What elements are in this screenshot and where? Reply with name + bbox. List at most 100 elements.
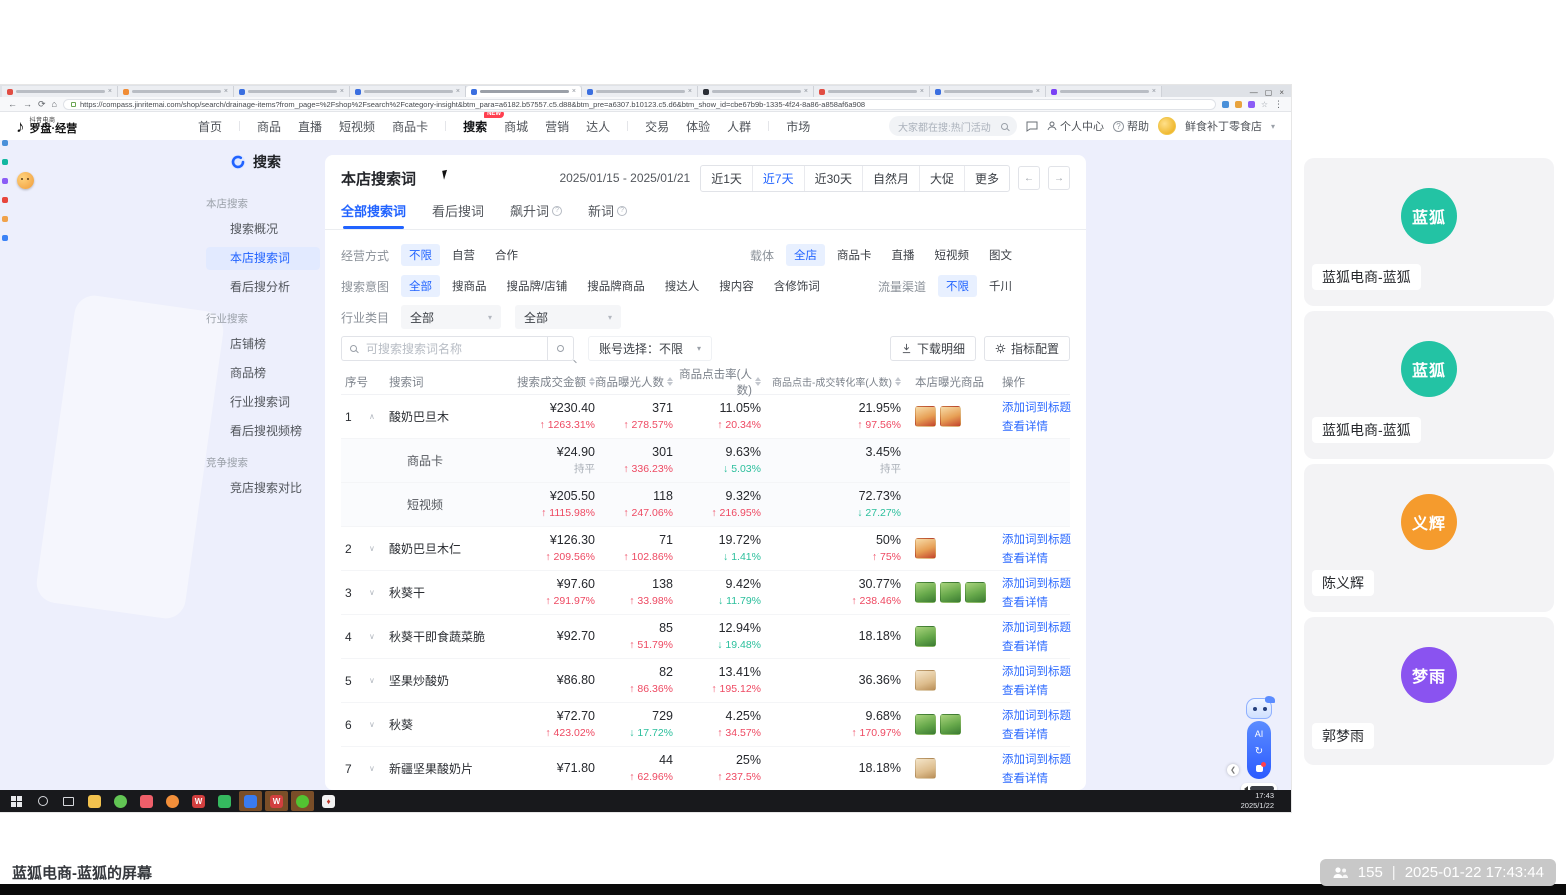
nav-item-2[interactable]: 商品	[257, 118, 281, 135]
browser-tab[interactable]: ×	[582, 86, 698, 97]
task-view-taskbar-icon[interactable]	[57, 791, 80, 811]
action-link-1[interactable]: 添加词到标题	[1002, 663, 1071, 679]
participant-tile-4[interactable]: 梦雨 郭梦雨	[1304, 617, 1554, 765]
tab-close-icon[interactable]: ×	[804, 88, 808, 95]
back-icon[interactable]: ←	[8, 99, 17, 109]
collapse-arrow-icon[interactable]: ❮	[1227, 764, 1239, 776]
start-taskbar-icon[interactable]	[5, 791, 28, 811]
tab-close-icon[interactable]: ×	[1152, 88, 1156, 95]
expand-caret-icon[interactable]: ∨	[369, 720, 375, 729]
expand-caret-icon[interactable]: ∨	[369, 544, 375, 553]
sidebar-item-2-1[interactable]: 店铺榜	[206, 333, 320, 356]
action-link-2[interactable]: 查看详情	[1002, 594, 1071, 610]
action-link-1[interactable]: 添加词到标题	[1002, 707, 1071, 723]
extension-icon[interactable]	[1247, 100, 1255, 108]
360-browser-taskbar-icon[interactable]	[109, 791, 132, 811]
store-avatar[interactable]	[1157, 117, 1176, 135]
product-thumbnail[interactable]	[915, 538, 936, 559]
action-link-1[interactable]: 添加词到标题	[1002, 575, 1071, 591]
filter-chip[interactable]: 直播	[884, 244, 923, 266]
action-link-2[interactable]: 查看详情	[1002, 550, 1071, 566]
nav-item-3[interactable]: 直播	[298, 118, 322, 135]
nav-item-12[interactable]: 人群	[727, 118, 751, 135]
address-bar[interactable]: https://compass.jinritemai.com/shop/sear…	[62, 98, 1216, 110]
nav-item-7[interactable]: 商城	[504, 118, 528, 135]
side-panel-icon[interactable]	[1, 235, 8, 241]
filter-chip[interactable]: 搜达人	[657, 275, 708, 297]
date-button-6[interactable]: 更多	[965, 166, 1009, 191]
browser-tab[interactable]: ×	[2, 86, 118, 97]
reload-icon[interactable]: ⟳	[38, 99, 46, 110]
tab-close-icon[interactable]: ×	[340, 88, 344, 95]
date-button-2[interactable]: 近7天	[753, 165, 805, 191]
misc-app-taskbar-icon[interactable]: ♦	[317, 791, 340, 811]
nav-item-5[interactable]: 商品卡	[392, 118, 428, 135]
close-icon[interactable]: ×	[1279, 88, 1284, 97]
expand-caret-icon[interactable]: ∨	[369, 764, 375, 773]
home-icon[interactable]: ⌂	[52, 99, 57, 109]
filter-chip[interactable]: 自营	[444, 244, 483, 266]
action-link-1[interactable]: 添加词到标题	[1002, 619, 1071, 635]
product-thumbnail[interactable]	[915, 714, 936, 735]
action-link-2[interactable]: 查看详情	[1002, 418, 1071, 434]
filter-chip[interactable]: 搜品牌/店铺	[499, 275, 576, 297]
expand-caret-icon[interactable]: ∨	[369, 632, 375, 641]
nav-item-9[interactable]: 达人	[586, 118, 610, 135]
sidebar-item-1-2[interactable]: 本店搜索词	[206, 247, 320, 270]
browser-tab[interactable]: ×	[350, 86, 466, 97]
product-thumbnail[interactable]	[940, 714, 961, 735]
filter-chip[interactable]: 全部	[401, 275, 440, 297]
action-link-1[interactable]: 添加词到标题	[1002, 399, 1071, 415]
filter-chip[interactable]: 千川	[981, 275, 1020, 297]
wps-2-taskbar-icon[interactable]: W	[265, 791, 288, 811]
pink-app-taskbar-icon[interactable]	[135, 791, 158, 811]
action-link-1[interactable]: 添加词到标题	[1002, 751, 1071, 767]
tab-close-icon[interactable]: ×	[572, 88, 576, 95]
tab-2[interactable]: 看后搜词	[432, 201, 484, 229]
search-taskbar-icon[interactable]	[31, 791, 54, 811]
bookmark-star-icon[interactable]: ☆	[1261, 100, 1268, 109]
taskbar-clock[interactable]: 17:43 2025/1/22	[1241, 791, 1286, 811]
extension-icon[interactable]	[1234, 100, 1242, 108]
tab-close-icon[interactable]: ×	[1036, 88, 1040, 95]
tab-close-icon[interactable]: ×	[920, 88, 924, 95]
filter-chip[interactable]: 含修饰词	[766, 275, 828, 297]
filter-chip[interactable]: 合作	[487, 244, 526, 266]
filter-chip[interactable]: 短视频	[927, 244, 978, 266]
nav-item-11[interactable]: 体验	[686, 118, 710, 135]
forward-icon[interactable]: →	[23, 99, 32, 109]
browser-tab[interactable]: ×	[118, 86, 234, 97]
date-prev-button[interactable]: ←	[1018, 166, 1040, 190]
keyword-search-input[interactable]	[341, 336, 547, 361]
floating-mascot-icon[interactable]	[17, 172, 34, 189]
edge-taskbar-icon[interactable]	[239, 791, 262, 811]
extension-icon[interactable]	[1221, 100, 1229, 108]
participant-tile-2[interactable]: 蓝狐 蓝狐电商-蓝狐	[1304, 311, 1554, 459]
filter-chip[interactable]: 不限	[938, 275, 977, 297]
metric-config-button[interactable]: 指标配置	[983, 336, 1070, 361]
wechat-taskbar-icon[interactable]	[291, 791, 314, 811]
sidebar-item-1-3[interactable]: 看后搜分析	[206, 276, 320, 299]
nav-item-10[interactable]: 交易	[645, 118, 669, 135]
action-link-2[interactable]: 查看详情	[1002, 682, 1071, 698]
product-thumbnail[interactable]	[915, 758, 936, 779]
browser-tab[interactable]: ×	[930, 86, 1046, 97]
file-explorer-taskbar-icon[interactable]	[83, 791, 106, 811]
ai-assistant-widget[interactable]: ❮ AI ↻ ⊕ ×	[1227, 696, 1279, 790]
help-link[interactable]: ? 帮助	[1112, 118, 1149, 134]
personal-center-link[interactable]: 个人中心	[1047, 118, 1104, 134]
account-select[interactable]: 账号选择：不限 ▾	[588, 336, 713, 361]
wps-taskbar-icon[interactable]: W	[187, 791, 210, 811]
ai-pill[interactable]: AI ↻	[1247, 721, 1271, 779]
product-thumbnail[interactable]	[915, 626, 936, 647]
minimize-icon[interactable]: —	[1250, 88, 1258, 97]
product-thumbnail[interactable]	[915, 406, 936, 427]
nav-item-6[interactable]: 搜索 NEW	[463, 112, 505, 135]
browser-tab[interactable]: ×	[466, 86, 582, 97]
browser-tab[interactable]: ×	[1046, 86, 1162, 97]
side-panel-icon[interactable]	[1, 216, 8, 222]
sidebar-item-1-1[interactable]: 搜索概况	[206, 218, 320, 241]
filter-chip[interactable]: 搜内容	[711, 275, 762, 297]
product-thumbnail[interactable]	[915, 582, 936, 603]
date-next-button[interactable]: →	[1048, 166, 1070, 190]
